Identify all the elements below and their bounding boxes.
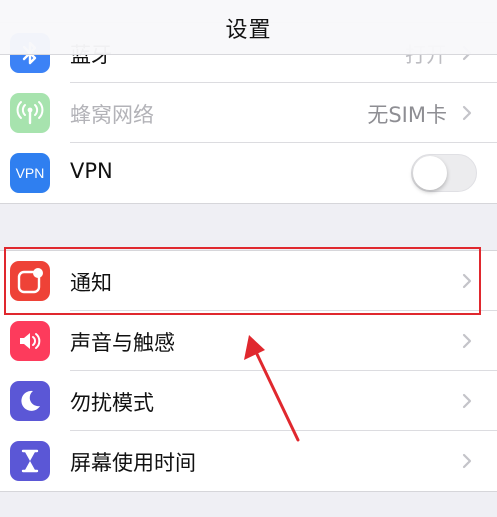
chevron-right-icon xyxy=(462,333,472,349)
chevron-right-icon xyxy=(462,273,472,289)
page-title: 设置 xyxy=(225,18,272,43)
chevron-right-icon xyxy=(462,453,472,469)
settings-row-label: 蜂窝网络 xyxy=(70,103,154,127)
settings-row-label: 通知 xyxy=(70,271,112,295)
moon-icon xyxy=(10,381,50,421)
hourglass-icon xyxy=(10,441,50,481)
settings-row-sounds-haptics[interactable]: 声音与触感 xyxy=(0,311,497,371)
cellular-antenna-icon xyxy=(10,93,50,133)
vpn-toggle[interactable] xyxy=(411,154,477,192)
settings-row-label: VPN xyxy=(70,159,113,183)
navigation-bar: 设置 xyxy=(0,0,497,55)
settings-row-label: 声音与触感 xyxy=(70,331,175,355)
chevron-right-icon xyxy=(462,105,472,121)
speaker-icon xyxy=(10,321,50,361)
settings-row-cellular[interactable]: 蜂窝网络 无SIM卡 xyxy=(0,83,497,143)
settings-row-do-not-disturb[interactable]: 勿扰模式 xyxy=(0,371,497,431)
settings-row-label: 勿扰模式 xyxy=(70,391,154,415)
vpn-icon: VPN xyxy=(10,153,50,193)
vpn-icon-text: VPN xyxy=(15,165,45,181)
notifications-icon xyxy=(10,261,50,301)
chevron-right-icon xyxy=(462,393,472,409)
settings-row-label: 屏幕使用时间 xyxy=(70,451,196,475)
settings-row-screen-time[interactable]: 屏幕使用时间 xyxy=(0,431,497,491)
settings-row-vpn: VPN VPN xyxy=(0,143,497,203)
settings-row-notifications[interactable]: 通知 xyxy=(0,251,497,311)
toggle-knob xyxy=(413,156,447,190)
settings-row-value: 无SIM卡 xyxy=(367,103,447,127)
notifications-group: 通知 声音与触感 勿扰模式 屏幕使用时间 xyxy=(0,250,497,492)
